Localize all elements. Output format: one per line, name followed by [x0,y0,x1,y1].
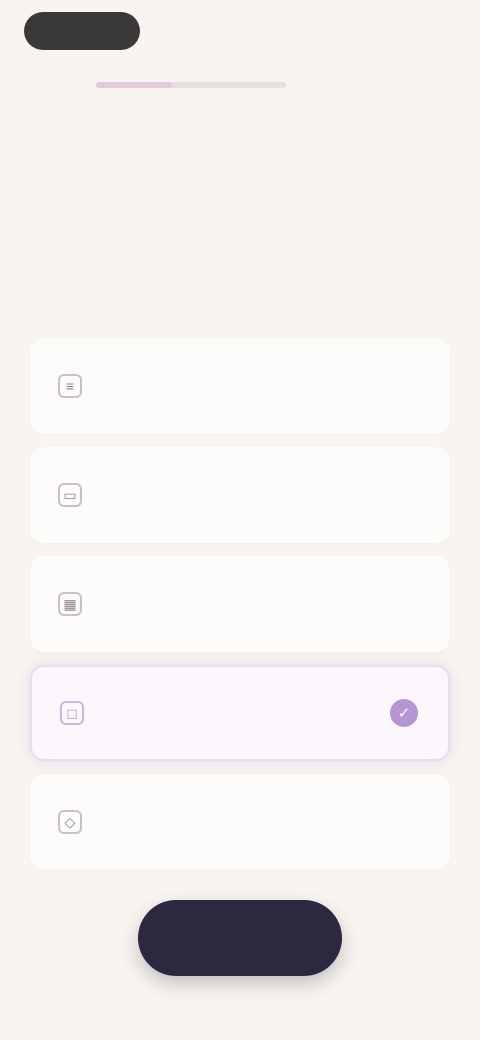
option-item[interactable]: ▭ [30,447,450,543]
back-button[interactable] [24,12,140,50]
option-item[interactable]: ≡ [30,338,450,434]
top-bar [0,0,480,64]
checkmark-icon: ✓ [390,699,418,727]
book-icon: ▭ [58,483,82,507]
list-icon: ≡ [58,374,82,398]
progress-bar [96,82,286,88]
option-item-selected[interactable]: ◻ ✓ [30,665,450,761]
option-item[interactable]: ◇ [30,774,450,870]
continue-button[interactable] [138,900,342,976]
chat-icon: ◻ [60,701,84,725]
progress-fill [96,82,172,88]
grid-icon: ▦ [58,592,82,616]
tag-icon: ◇ [58,810,82,834]
options-list: ≡ ▭ ▦ ◻ ✓ ◇ [30,338,450,883]
option-item[interactable]: ▦ [30,556,450,652]
